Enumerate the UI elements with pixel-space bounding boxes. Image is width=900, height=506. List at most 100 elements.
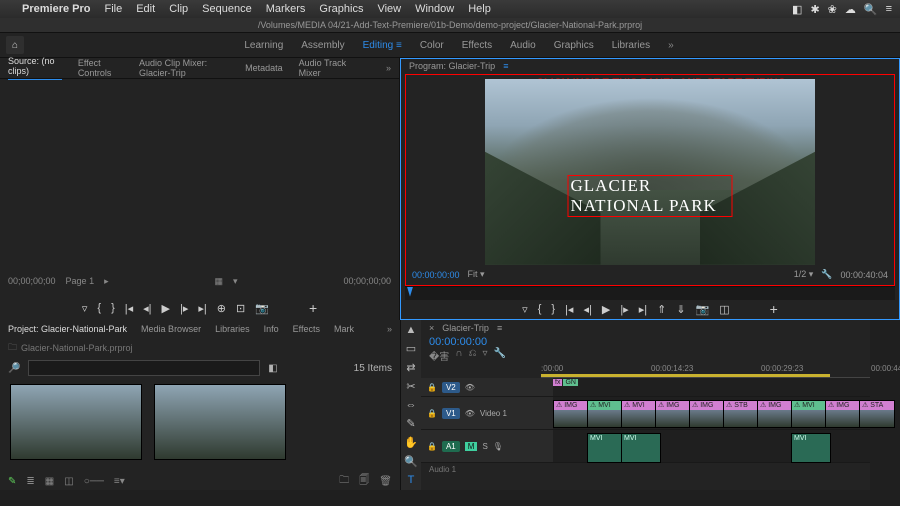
source-viewer[interactable] <box>0 79 399 266</box>
menu-sequence[interactable]: Sequence <box>202 3 252 15</box>
tab-media-browser[interactable]: Media Browser <box>141 324 201 334</box>
project-bin[interactable] <box>0 378 400 472</box>
tab-project[interactable]: Project: Glacier-National-Park <box>8 324 127 334</box>
out-point-icon[interactable]: } <box>111 302 115 314</box>
chevron-down-icon[interactable]: ▾ <box>233 276 238 287</box>
video-clip[interactable]: ⚠ IMG <box>655 400 691 428</box>
tab-effects[interactable]: Effects <box>293 324 320 334</box>
tab-libraries[interactable]: Libraries <box>215 324 250 334</box>
grid-icon[interactable]: ▦ <box>215 276 224 287</box>
video-clip[interactable]: ⚠ IMG <box>553 400 589 428</box>
track-body[interactable]: fxGN <box>553 378 870 396</box>
menu-icon[interactable]: ≡ <box>886 3 892 16</box>
timeline-ruler[interactable]: :00:00 00:00:14:23 00:00:29:23 00:00:44:… <box>541 363 870 378</box>
clip-thumbnail[interactable] <box>10 384 142 460</box>
freeform-view-icon[interactable]: ◫ <box>64 476 73 487</box>
tab-program[interactable]: Program: Glacier-Trip <box>409 61 495 71</box>
magnet-icon[interactable]: ∩ <box>455 348 462 363</box>
track-body[interactable]: MVIMVIMVI <box>553 430 870 462</box>
sequence-name[interactable]: Glacier-Trip <box>442 323 489 333</box>
source-page[interactable]: Page 1 <box>66 276 95 286</box>
status-icon[interactable]: ◧ <box>792 3 802 16</box>
goto-in-icon[interactable]: |◂ <box>125 302 133 315</box>
v2-clips[interactable]: fxGN <box>553 379 579 386</box>
type-tool-icon[interactable]: T <box>408 474 415 486</box>
ws-libraries[interactable]: Libraries <box>612 40 650 51</box>
ws-assembly[interactable]: Assembly <box>301 40 344 51</box>
ws-graphics[interactable]: Graphics <box>554 40 594 51</box>
pencil-icon[interactable]: ✎ <box>8 476 16 487</box>
video-clip[interactable]: ⚠ MVI <box>791 400 827 428</box>
overwrite-icon[interactable]: ⊡ <box>236 302 245 315</box>
settings-icon[interactable]: 🔧 <box>493 348 505 363</box>
program-viewer[interactable]: GLACIER NATIONAL PARK <box>485 79 815 265</box>
ws-overflow-icon[interactable]: » <box>668 40 674 51</box>
menu-clip[interactable]: Clip <box>169 3 188 15</box>
step-back-icon[interactable]: ◂| <box>583 303 591 316</box>
video-clip[interactable]: ⚠ MVI <box>587 400 623 428</box>
tabs-overflow-icon[interactable]: » <box>386 63 391 73</box>
extract-icon[interactable]: ⇓ <box>676 303 685 316</box>
fit-dropdown[interactable]: Fit ▾ <box>468 269 485 280</box>
video-clip[interactable]: ⚠ IMG <box>757 400 793 428</box>
home-icon[interactable]: ⌂ <box>6 36 24 54</box>
ripple-tool-icon[interactable]: ⇄ <box>406 361 415 374</box>
step-back-icon[interactable]: ◂| <box>143 302 151 315</box>
lift-icon[interactable]: ⇑ <box>657 303 666 316</box>
slip-tool-icon[interactable]: ⇔ <box>406 399 417 411</box>
menu-view[interactable]: View <box>377 3 401 15</box>
toggle-output-icon[interactable]: 👁 <box>465 409 475 418</box>
title-text-overlay[interactable]: GLACIER NATIONAL PARK <box>568 175 733 217</box>
solo-button[interactable]: S <box>482 442 487 451</box>
project-search-input[interactable] <box>28 360 260 376</box>
ws-editing[interactable]: Editing ≡ <box>363 40 402 51</box>
lock-icon[interactable]: 🔒 <box>427 442 437 451</box>
button-editor-icon[interactable]: + <box>309 300 317 316</box>
track-label[interactable]: A1 <box>442 441 460 452</box>
marker-icon[interactable]: ▿ <box>82 302 88 315</box>
tab-source[interactable]: Source: (no clips) <box>8 56 62 80</box>
toggle-output-icon[interactable]: 👁 <box>465 383 475 392</box>
out-point-icon[interactable]: } <box>551 303 555 315</box>
status-icon[interactable]: ☁ <box>845 3 856 16</box>
ws-audio[interactable]: Audio <box>510 40 536 51</box>
sort-icon[interactable]: ≡▾ <box>114 476 125 487</box>
tab-effect-controls[interactable]: Effect Controls <box>78 58 123 78</box>
clip-thumbnail[interactable] <box>154 384 286 460</box>
track-label[interactable]: V1 <box>442 408 460 419</box>
step-fwd-icon[interactable]: |▸ <box>620 303 628 316</box>
tab-info[interactable]: Info <box>264 324 279 334</box>
tab-markers[interactable]: Mark <box>334 324 354 334</box>
marker-icon[interactable]: ▿ <box>522 303 528 316</box>
marker-icon[interactable]: ▿ <box>482 348 487 363</box>
lock-icon[interactable]: 🔒 <box>427 409 437 418</box>
selection-tool-icon[interactable]: ▲ <box>406 324 417 336</box>
video-clip[interactable]: ⚠ STB <box>723 400 759 428</box>
work-area-bar[interactable] <box>541 374 830 377</box>
button-editor-icon[interactable]: + <box>770 301 778 317</box>
pen-tool-icon[interactable]: ✎ <box>406 417 415 430</box>
video-clip[interactable]: ⚠ IMG <box>689 400 725 428</box>
tab-metadata[interactable]: Metadata <box>245 63 283 73</box>
goto-out-icon[interactable]: ▸| <box>639 303 647 316</box>
status-icon[interactable]: ✱ <box>810 3 819 16</box>
new-bin-icon[interactable]: 🗀 <box>339 473 349 490</box>
in-point-icon[interactable]: { <box>97 302 101 314</box>
filter-icon[interactable]: ◧ <box>268 363 277 374</box>
track-select-tool-icon[interactable]: ▭ <box>406 342 416 355</box>
ws-learning[interactable]: Learning <box>244 40 283 51</box>
ws-color[interactable]: Color <box>420 40 444 51</box>
insert-icon[interactable]: ⊕ <box>217 302 226 315</box>
menu-markers[interactable]: Markers <box>266 3 306 15</box>
video-clip[interactable]: ⚠ STA <box>859 400 895 428</box>
ws-effects[interactable]: Effects <box>462 40 492 51</box>
search-icon[interactable]: 🔍 <box>864 3 878 16</box>
timeline-timecode[interactable]: 00:00:00:00 <box>421 336 870 348</box>
icon-view-icon[interactable]: ▦ <box>45 476 54 487</box>
hand-tool-icon[interactable]: ✋ <box>404 436 418 449</box>
play-icon[interactable]: ▶ <box>162 302 170 315</box>
settings-icon[interactable]: 🔧 <box>821 269 832 280</box>
video-clip[interactable]: ⚠ MVI <box>621 400 657 428</box>
tab-audio-clip-mixer[interactable]: Audio Clip Mixer: Glacier-Trip <box>139 58 229 78</box>
razor-tool-icon[interactable]: ✂ <box>406 380 415 393</box>
